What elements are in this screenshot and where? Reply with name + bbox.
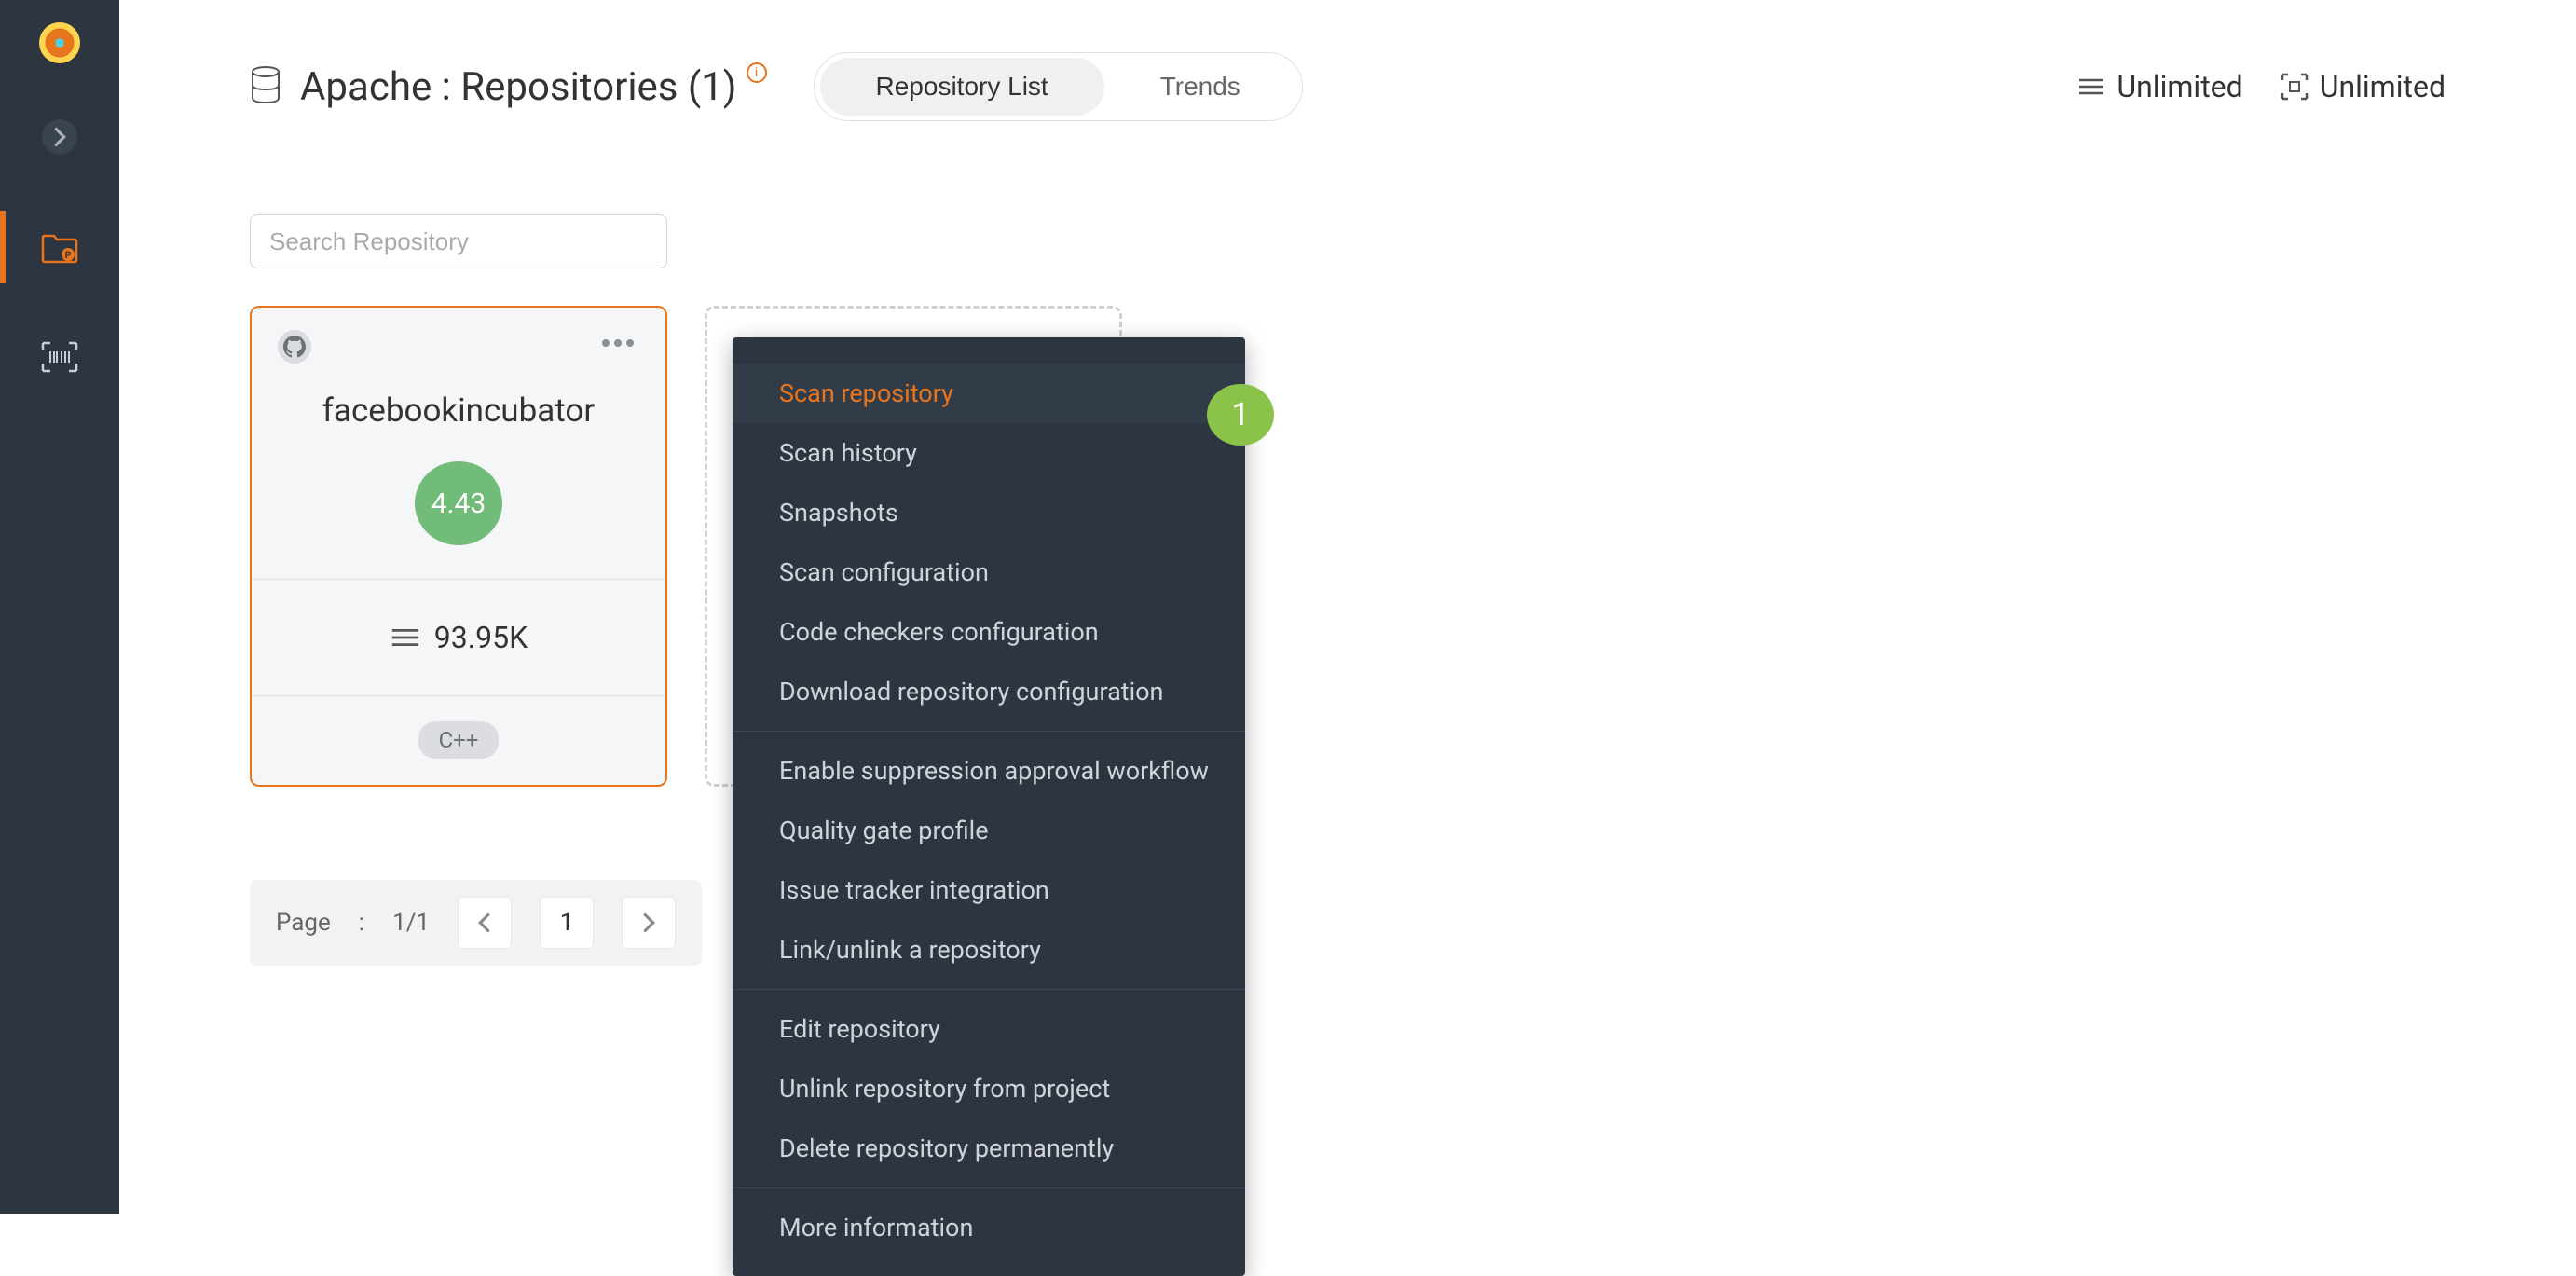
scan-quota: Unlimited: [2281, 69, 2446, 104]
pagination-of: 1/1: [392, 909, 430, 937]
svg-text:P: P: [65, 251, 72, 261]
tab-repository-list[interactable]: Repository List: [820, 58, 1104, 116]
page-title: Apache : Repositories (1): [300, 64, 737, 110]
repository-score: 4.43: [415, 461, 502, 545]
menu-code-checkers[interactable]: Code checkers configuration: [733, 602, 1245, 662]
chevron-right-icon: [642, 912, 655, 933]
menu-download-config[interactable]: Download repository configuration: [733, 662, 1245, 721]
qr-icon: [2281, 73, 2309, 101]
pagination-sep: :: [359, 909, 364, 937]
database-icon: [250, 65, 281, 108]
menu-more-information[interactable]: More information: [733, 1198, 1245, 1257]
view-tabs: Repository List Trends: [814, 52, 1303, 121]
search-input[interactable]: [250, 214, 667, 268]
page-number-input[interactable]: 1: [540, 897, 594, 949]
menu-enable-suppression[interactable]: Enable suppression approval workflow: [733, 741, 1245, 801]
repository-context-menu: Scan repository Scan history Snapshots S…: [733, 337, 1245, 1276]
github-icon: [278, 330, 311, 364]
folder-icon: P: [39, 226, 80, 268]
lines-quota: Unlimited: [2077, 69, 2242, 104]
menu-unlink-repository[interactable]: Unlink repository from project: [733, 1059, 1245, 1118]
card-menu-button[interactable]: [596, 330, 639, 356]
sidebar-item-projects[interactable]: P: [0, 211, 119, 283]
main-content: Apache : Repositories (1) i Repository L…: [119, 0, 2576, 1214]
page-header: Apache : Repositories (1) i Repository L…: [250, 52, 2446, 121]
barcode-icon: [39, 336, 80, 377]
lines-icon: [390, 626, 421, 649]
menu-scan-configuration[interactable]: Scan configuration: [733, 542, 1245, 602]
scan-quota-value: Unlimited: [2320, 69, 2446, 104]
language-chip: C++: [418, 721, 500, 759]
chevron-right-icon: [53, 127, 66, 147]
chevron-left-icon: [478, 912, 491, 933]
tab-trends[interactable]: Trends: [1104, 58, 1296, 116]
lines-icon: [2077, 76, 2105, 97]
app-logo-icon[interactable]: [39, 22, 80, 63]
repository-lines: 93.95K: [252, 580, 665, 694]
repository-name: facebookincubator: [252, 391, 665, 430]
menu-issue-tracker[interactable]: Issue tracker integration: [733, 860, 1245, 920]
lines-quota-value: Unlimited: [2117, 69, 2242, 104]
menu-scan-repository[interactable]: Scan repository: [733, 364, 1245, 423]
sidebar: P: [0, 0, 119, 1214]
repository-lines-value: 93.95K: [434, 620, 528, 655]
next-page-button[interactable]: [622, 897, 676, 949]
pagination: Page : 1/1 1: [250, 880, 702, 966]
pagination-label: Page: [276, 909, 331, 937]
menu-snapshots[interactable]: Snapshots: [733, 483, 1245, 542]
info-icon[interactable]: i: [747, 62, 767, 83]
prev-page-button[interactable]: [458, 897, 512, 949]
sidebar-item-scans[interactable]: [0, 321, 119, 393]
menu-edit-repository[interactable]: Edit repository: [733, 999, 1245, 1059]
menu-scan-history[interactable]: Scan history: [733, 423, 1245, 483]
tour-step-badge: 1: [1207, 384, 1274, 446]
repository-card[interactable]: facebookincubator 4.43 93.95K C++: [250, 306, 667, 787]
menu-delete-repository[interactable]: Delete repository permanently: [733, 1118, 1245, 1178]
menu-link-unlink[interactable]: Link/unlink a repository: [733, 920, 1245, 980]
menu-quality-gate[interactable]: Quality gate profile: [733, 801, 1245, 860]
expand-sidebar-button[interactable]: [42, 119, 77, 155]
